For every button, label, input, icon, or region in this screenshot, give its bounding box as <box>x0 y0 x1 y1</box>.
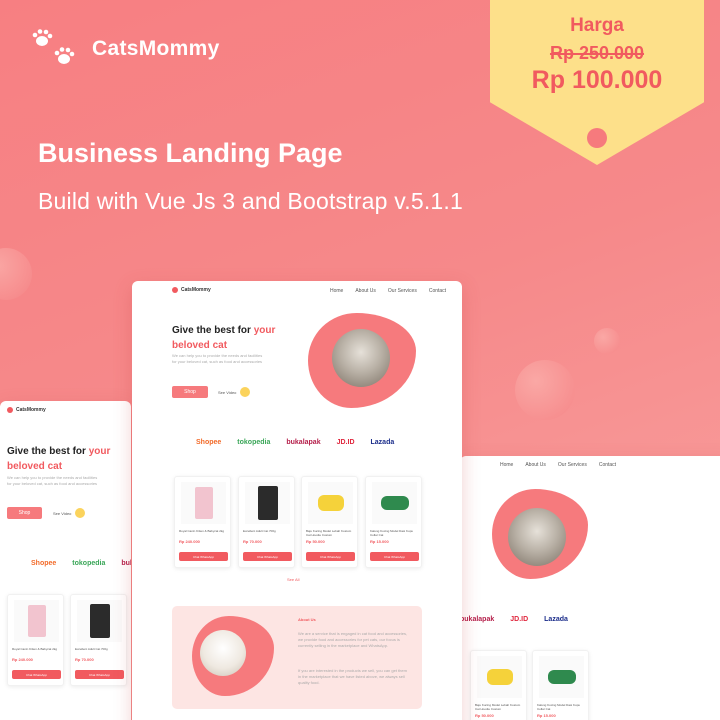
product-card: Baju Kucing Model Lebah Kostum Cat Hoodi… <box>301 476 358 568</box>
mini-logo: CatsMommy <box>7 407 46 413</box>
price-old: Rp 250.000 <box>549 43 645 63</box>
whatsapp-button[interactable]: Chat WhatsApp <box>243 552 292 561</box>
mini-description: We can help you to provide the needs and… <box>7 475 98 486</box>
whatsapp-button[interactable]: Chat WhatsApp <box>306 552 355 561</box>
about-section: About Us We are a service that is engage… <box>172 606 422 709</box>
product-card: Kalung Kucing Model Dasi Kupu Collar Cat… <box>365 476 422 568</box>
cat-image <box>332 329 390 387</box>
nav-contact[interactable]: Contact <box>429 288 446 294</box>
partner-bukalapak: bukalapak <box>121 560 131 567</box>
mini-headline: Give the best for your beloved cat <box>172 325 276 351</box>
nav-home[interactable]: Home <box>330 288 343 294</box>
brand-name: CatsMommy <box>92 37 220 60</box>
video-button[interactable]: See Video <box>218 387 251 397</box>
nav-about[interactable]: About Us <box>355 288 376 294</box>
partner-shopee: Shopee <box>31 560 57 567</box>
mock-screen-center: CatsMommy Home About Us Our Services Con… <box>132 281 462 720</box>
about-text: If you are interested in the products we… <box>298 668 407 685</box>
play-icon <box>75 508 86 518</box>
mini-nav: Home About Us Our Services Contact <box>500 462 617 468</box>
cat-image <box>508 508 566 566</box>
decor-bubble <box>0 248 32 300</box>
play-icon <box>240 387 251 397</box>
video-button[interactable]: See Video <box>53 508 86 518</box>
shop-button[interactable]: Shop <box>172 386 208 398</box>
price-new: Rp 100.000 <box>531 66 663 94</box>
product-card: Excellent Adult Cat 700g Rp 70.000 Chat W… <box>70 594 127 686</box>
about-cat-image <box>200 630 246 676</box>
about-title: About Us <box>298 617 316 622</box>
partner-logos: Shopee tokopedia bukalapak JD.ID Lazada <box>196 439 395 446</box>
decor-bubble <box>594 328 620 354</box>
brand: CatsMommy <box>30 27 220 71</box>
whatsapp-button[interactable]: Chat WhatsApp <box>75 670 124 679</box>
see-all-link[interactable]: See All <box>287 577 299 582</box>
shop-button[interactable]: Shop <box>7 507 42 519</box>
about-text: We are a service that is engaged in cat … <box>298 631 408 648</box>
partner-tokopedia: tokopedia <box>72 560 106 567</box>
product-card: Kalung Kucing Model Dasi Kupu Collar Cat… <box>532 650 589 720</box>
mini-description: We can help you to provide the needs and… <box>172 353 263 364</box>
whatsapp-button[interactable]: Chat WhatsApp <box>370 552 419 561</box>
product-card: Excellent Adult Cat 700g Rp 70.000 Chat W… <box>238 476 295 568</box>
partner-logos: Shopee tokopedia bukalapak <box>31 560 131 567</box>
nav-services[interactable]: Our Services <box>388 288 417 294</box>
whatsapp-button[interactable]: Chat WhatsApp <box>179 552 228 561</box>
tag-hole <box>587 128 607 148</box>
mock-screen-left: CatsMommy Give the best for your beloved… <box>0 401 131 720</box>
paw-icon <box>32 29 75 64</box>
whatsapp-button[interactable]: Chat WhatsApp <box>12 670 61 679</box>
mock-screen-right: Home About Us Our Services Contact bukalapa… <box>460 456 720 720</box>
hero-subtitle: Build with Vue Js 3 and Bootstrap v.5.1.… <box>38 188 463 214</box>
mini-headline: Give the best for your beloved cat <box>7 446 111 472</box>
hero-title: Business Landing Page <box>38 138 343 168</box>
product-card: Royal Canin Kitten & Babycat 2kg Rp 240.0… <box>174 476 231 568</box>
product-card: Baju Kucing Model Lebah Kostum Cat Hoodi… <box>470 650 527 720</box>
price-label: Harga <box>570 15 624 36</box>
product-card: Royal Canin Kitten & Babycat 2kg Rp 240.0… <box>7 594 64 686</box>
mini-nav: Home About Us Our Services Contact <box>330 288 446 294</box>
mini-logo: CatsMommy <box>172 287 211 293</box>
partner-logos: bukalapak JD.ID Lazada <box>460 616 568 623</box>
decor-bubble <box>515 360 575 420</box>
